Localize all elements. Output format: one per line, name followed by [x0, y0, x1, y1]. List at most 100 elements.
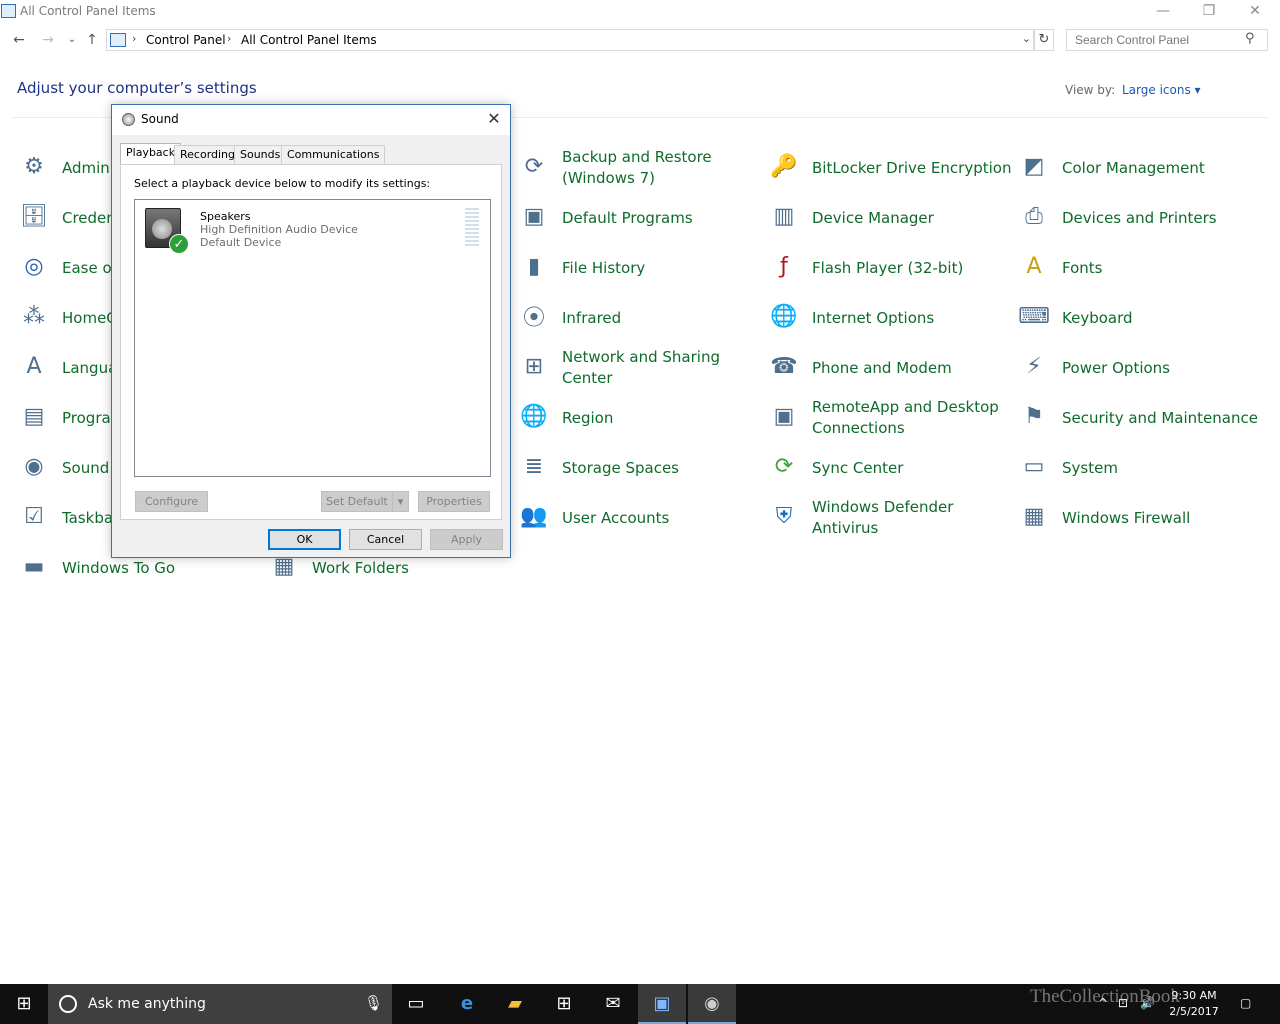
- cp-item-keyboard[interactable]: ⌨ Keyboard: [1018, 296, 1263, 340]
- cp-item-storage-spaces[interactable]: ≣ Storage Spaces: [518, 446, 763, 490]
- back-button[interactable]: ←: [9, 30, 29, 50]
- chevron-right-icon: ›: [227, 32, 232, 45]
- task-view-icon[interactable]: ▭: [392, 984, 440, 1024]
- cp-item-remoteapp[interactable]: ▣ RemoteApp and Desktop Connections: [768, 396, 1013, 440]
- forward-button[interactable]: →: [38, 30, 58, 50]
- set-default-dropdown-button[interactable]: ▾: [392, 491, 409, 512]
- cp-item-defender[interactable]: ⛨ Windows Defender Antivirus: [768, 496, 1013, 540]
- cp-item-firewall[interactable]: ▦ Windows Firewall: [1018, 496, 1263, 540]
- start-button[interactable]: ⊞: [0, 984, 48, 1024]
- apply-button[interactable]: Apply: [430, 529, 503, 550]
- file-explorer-icon[interactable]: ▰: [491, 984, 539, 1024]
- tab-communications[interactable]: Communications: [281, 145, 386, 164]
- cp-item-label[interactable]: RemoteApp and Desktop Connections: [812, 396, 1012, 440]
- cp-item-label[interactable]: Sync Center: [812, 446, 1012, 490]
- cp-item-security-maintenance[interactable]: ⚑ Security and Maintenance: [1018, 396, 1263, 440]
- cp-item-label[interactable]: Internet Options: [812, 296, 1012, 340]
- cp-item-label[interactable]: File History: [562, 246, 762, 290]
- cp-item-device-manager[interactable]: ▥ Device Manager: [768, 196, 1013, 240]
- cp-item-label[interactable]: User Accounts: [562, 496, 762, 540]
- cp-item-label[interactable]: Device Manager: [812, 196, 1012, 240]
- cp-item-label[interactable]: Storage Spaces: [562, 446, 762, 490]
- search-icon: ⚲: [1245, 31, 1255, 46]
- cp-item-label[interactable]: Infrared: [562, 296, 762, 340]
- cp-item-flash[interactable]: ƒ Flash Player (32-bit): [768, 246, 1013, 290]
- tab-recording[interactable]: Recording: [174, 145, 242, 164]
- edge-icon[interactable]: e: [443, 984, 491, 1024]
- ok-button[interactable]: OK: [268, 529, 341, 550]
- cp-item-power-options[interactable]: ⚡ Power Options: [1018, 346, 1263, 390]
- cp-item-network[interactable]: ⊞ Network and Sharing Center: [518, 346, 763, 390]
- cp-item-fonts[interactable]: A Fonts: [1018, 246, 1263, 290]
- cortana-icon: [59, 995, 77, 1013]
- breadcrumb-all-items[interactable]: All Control Panel Items: [241, 33, 377, 47]
- microphone-icon[interactable]: 🎙: [364, 994, 383, 1012]
- cp-item-file-history[interactable]: ▮ File History: [518, 246, 763, 290]
- cortana-search-box[interactable]: Ask me anything 🎙: [48, 984, 392, 1024]
- device-list[interactable]: ✓ Speakers High Definition Audio Device …: [134, 199, 491, 477]
- search-input[interactable]: Search Control Panel: [1066, 29, 1268, 51]
- sound-taskbar-icon[interactable]: ◉: [688, 984, 736, 1024]
- cp-item-label[interactable]: Security and Maintenance: [1062, 396, 1262, 440]
- ease-of-access-icon: ◎: [24, 253, 44, 279]
- set-default-button[interactable]: Set Default: [321, 491, 393, 512]
- homegroup-icon: ⁂: [23, 303, 45, 329]
- action-center-icon[interactable]: ▢: [1240, 996, 1251, 1010]
- cp-item-label[interactable]: Region: [562, 396, 762, 440]
- configure-button[interactable]: Configure: [135, 491, 208, 512]
- chevron-right-icon: ›: [132, 32, 137, 45]
- caret-down-icon: ▾: [397, 495, 404, 508]
- address-bar[interactable]: › Control Panel › All Control Panel Item…: [106, 29, 1034, 51]
- cp-item-label[interactable]: Network and Sharing Center: [562, 346, 762, 390]
- view-by-dropdown[interactable]: Large icons ▾: [1122, 83, 1201, 97]
- device-name[interactable]: Speakers: [200, 210, 250, 223]
- cp-item-label[interactable]: Backup and Restore (Windows 7): [562, 146, 762, 190]
- cp-item-label[interactable]: Flash Player (32-bit): [812, 246, 1012, 290]
- cp-item-label[interactable]: Default Programs: [562, 196, 762, 240]
- default-check-icon: ✓: [169, 234, 189, 254]
- cp-item-internet-options[interactable]: 🌐 Internet Options: [768, 296, 1013, 340]
- cp-item-sync-center[interactable]: ⟳ Sync Center: [768, 446, 1013, 490]
- cancel-button[interactable]: Cancel: [349, 529, 422, 550]
- cp-item-label[interactable]: Windows Defender Antivirus: [812, 496, 1012, 540]
- cp-item-label[interactable]: Color Management: [1062, 146, 1262, 190]
- control-panel-taskbar-icon[interactable]: ▣: [638, 984, 686, 1024]
- cp-item-devices-printers[interactable]: ⎙ Devices and Printers: [1018, 196, 1263, 240]
- control-panel-icon: [110, 33, 126, 47]
- cp-item-infrared[interactable]: ⦿ Infrared: [518, 296, 763, 340]
- cp-item-label[interactable]: Fonts: [1062, 246, 1262, 290]
- mail-icon[interactable]: ✉: [589, 984, 637, 1024]
- security-maintenance-icon: ⚑: [1024, 403, 1044, 429]
- cp-item-color-management[interactable]: ◩ Color Management: [1018, 146, 1263, 190]
- sync-center-icon: ⟳: [774, 453, 794, 479]
- file-history-icon: ▮: [527, 253, 541, 279]
- dialog-close-button[interactable]: ✕: [480, 109, 508, 131]
- cp-item-phone-modem[interactable]: ☎ Phone and Modem: [768, 346, 1013, 390]
- cp-item-label[interactable]: BitLocker Drive Encryption: [812, 146, 1012, 190]
- maximize-button[interactable]: ❐: [1186, 0, 1232, 24]
- store-icon[interactable]: ⊞: [540, 984, 588, 1024]
- cp-item-label[interactable]: Windows Firewall: [1062, 496, 1262, 540]
- cp-item-system[interactable]: ▭ System: [1018, 446, 1263, 490]
- cp-item-label[interactable]: Keyboard: [1062, 296, 1262, 340]
- up-button[interactable]: ↑: [82, 30, 102, 50]
- cp-item-label[interactable]: Devices and Printers: [1062, 196, 1262, 240]
- breadcrumb-control-panel[interactable]: Control Panel: [146, 33, 226, 47]
- close-button[interactable]: ✕: [1232, 0, 1278, 24]
- tab-playback[interactable]: Playback: [120, 143, 182, 165]
- tab-sounds[interactable]: Sounds: [234, 145, 287, 164]
- properties-button[interactable]: Properties: [418, 491, 490, 512]
- cp-item-default-programs[interactable]: ▣ Default Programs: [518, 196, 763, 240]
- phone-modem-icon: ☎: [770, 353, 798, 379]
- cp-item-bitlocker[interactable]: 🔑 BitLocker Drive Encryption: [768, 146, 1013, 190]
- cp-item-user-accounts[interactable]: 👥 User Accounts: [518, 496, 763, 540]
- recent-locations-button[interactable]: ⌄: [62, 30, 82, 50]
- cp-item-region[interactable]: 🌐 Region: [518, 396, 763, 440]
- cp-item-label[interactable]: Power Options: [1062, 346, 1262, 390]
- refresh-button[interactable]: ↻: [1034, 29, 1054, 51]
- chevron-down-icon[interactable]: ⌄: [1022, 32, 1031, 45]
- minimize-button[interactable]: —: [1140, 0, 1186, 24]
- cp-item-label[interactable]: System: [1062, 446, 1262, 490]
- cp-item-backup[interactable]: ⟳ Backup and Restore (Windows 7): [518, 146, 763, 190]
- cp-item-label[interactable]: Phone and Modem: [812, 346, 1012, 390]
